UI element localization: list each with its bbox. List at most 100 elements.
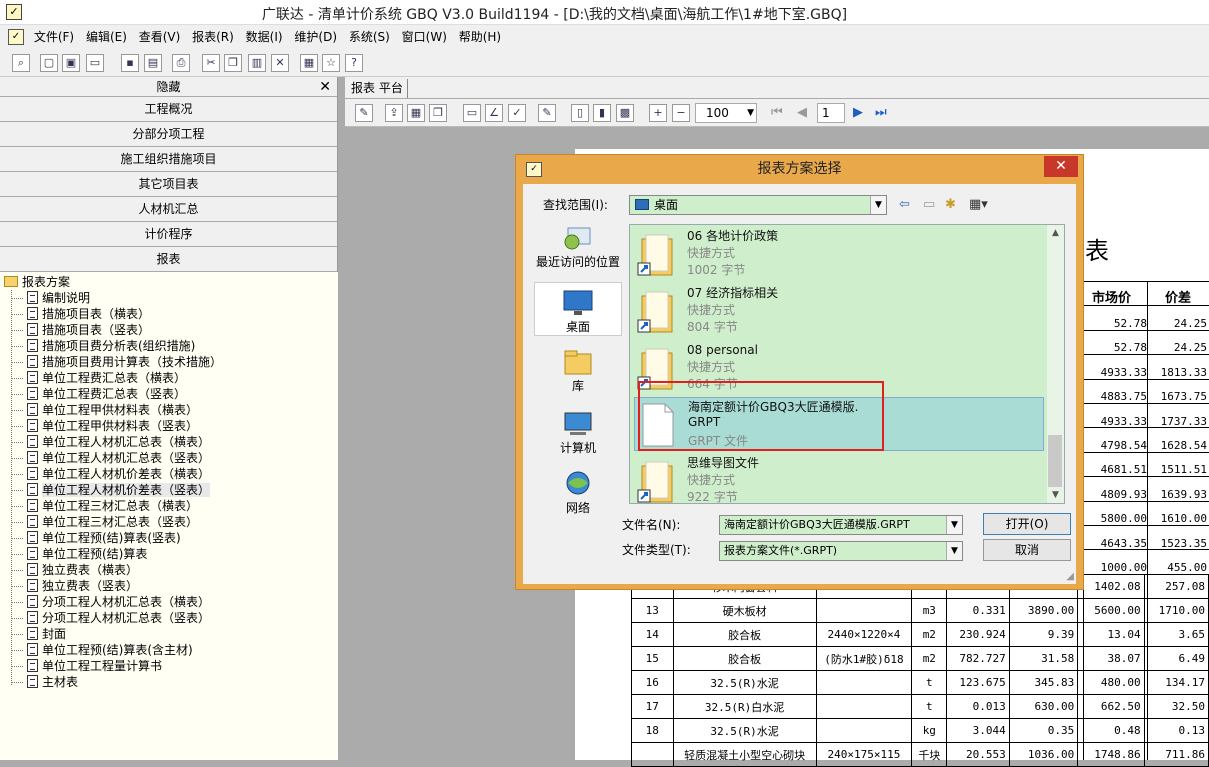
tree-item[interactable]: 单位工程预(结)算表 bbox=[12, 546, 147, 562]
tree-item[interactable]: 措施项目费用计算表（技术措施） bbox=[12, 354, 222, 370]
tree-item[interactable]: 单位工程费汇总表（竖表） bbox=[12, 386, 186, 402]
tree-item[interactable]: 单位工程人材机汇总表（横表） bbox=[12, 434, 210, 450]
nav-construction-measures[interactable]: 施工组织措施项目 bbox=[0, 147, 337, 172]
menu-help[interactable]: 帮助(H) bbox=[455, 25, 505, 49]
place-computer[interactable]: 计算机 bbox=[534, 410, 622, 458]
save-icon[interactable]: ▪ bbox=[121, 54, 139, 72]
last-page-icon[interactable]: ⏭ bbox=[875, 104, 887, 122]
next-page-icon[interactable]: ▶ bbox=[853, 104, 863, 122]
nav-other-items[interactable]: 其它项目表 bbox=[0, 172, 337, 197]
tree-item[interactable]: 措施项目费分析表(组织措施) bbox=[12, 338, 195, 354]
tree-item[interactable]: 分项工程人材机汇总表（横表） bbox=[12, 594, 210, 610]
chart-icon[interactable]: ∠ bbox=[485, 104, 503, 122]
lookin-select[interactable]: 桌面 ▼ bbox=[629, 195, 887, 215]
menu-view[interactable]: 查看(V) bbox=[135, 25, 185, 49]
tree-item[interactable]: 措施项目表（横表） bbox=[12, 306, 150, 322]
nav-sub-items[interactable]: 分部分项工程 bbox=[0, 122, 337, 147]
copy-report-icon[interactable]: ❐ bbox=[429, 104, 447, 122]
zoom-out-icon[interactable]: − bbox=[672, 104, 690, 122]
file-item[interactable]: 07 经济指标相关 快捷方式 804 字节 bbox=[634, 284, 1044, 338]
filetype-select[interactable]: 报表方案文件(*.GRPT) ▼ bbox=[719, 541, 963, 561]
close-icon[interactable]: ✕ bbox=[319, 77, 331, 97]
copy-icon[interactable]: ❐ bbox=[224, 54, 242, 72]
open-button[interactable]: 打开(O) bbox=[983, 513, 1071, 535]
scroll-thumb[interactable] bbox=[1048, 435, 1062, 487]
delete-icon[interactable]: ✕ bbox=[271, 54, 289, 72]
tree-item[interactable]: 单位工程费汇总表（横表） bbox=[12, 370, 186, 386]
menu-file[interactable]: 文件(F) bbox=[30, 25, 78, 49]
view-menu-icon[interactable]: ▦▾ bbox=[969, 196, 988, 214]
open-folder-icon[interactable]: ▭ bbox=[86, 54, 104, 72]
zoom-select[interactable]: 100 ▼ bbox=[695, 103, 757, 123]
tree-item[interactable]: 单位工程预(结)算表(竖表) bbox=[12, 530, 181, 546]
zoom-in-icon[interactable]: + bbox=[649, 104, 667, 122]
resize-grip-icon[interactable]: ◢ bbox=[1066, 571, 1074, 582]
nav-labor-material-summary[interactable]: 人材机汇总 bbox=[0, 197, 337, 222]
menu-report[interactable]: 报表(R) bbox=[188, 25, 238, 49]
menu-system[interactable]: 系统(S) bbox=[345, 25, 394, 49]
preview-icon[interactable]: ⌕ bbox=[12, 54, 30, 72]
file-list-scrollbar[interactable]: ▲ ▼ bbox=[1047, 225, 1064, 503]
new-project-icon[interactable]: ▣ bbox=[62, 54, 80, 72]
cancel-button[interactable]: 取消 bbox=[983, 539, 1071, 561]
calculator-icon[interactable]: ▦ bbox=[300, 54, 318, 72]
tree-item[interactable]: 编制说明 bbox=[12, 290, 90, 306]
tree-root[interactable]: 报表方案 bbox=[4, 274, 70, 290]
scroll-up-icon[interactable]: ▲ bbox=[1047, 225, 1064, 241]
tab-report-platform[interactable]: 报表 平台 bbox=[347, 79, 408, 98]
favorite-icon[interactable]: ☆ bbox=[322, 54, 340, 72]
page-number-input[interactable]: 1 bbox=[817, 103, 845, 123]
new-folder-icon[interactable]: ✱ bbox=[945, 196, 956, 214]
dialog-close-button[interactable]: ✕ bbox=[1044, 156, 1078, 177]
new-file-icon[interactable]: ▢ bbox=[40, 54, 58, 72]
page-setup-icon[interactable]: ▭ bbox=[463, 104, 481, 122]
export-icon[interactable]: ⇪ bbox=[385, 104, 403, 122]
place-library[interactable]: 库 bbox=[534, 348, 622, 396]
filename-input[interactable]: 海南定额计价GBQ3大匠通模版.GRPT ▼ bbox=[719, 515, 963, 535]
paste-icon[interactable]: ▥ bbox=[248, 54, 266, 72]
up-folder-icon[interactable]: ▭ bbox=[923, 196, 935, 214]
file-item[interactable]: 思维导图文件 快捷方式 922 字节 bbox=[634, 454, 1044, 508]
tree-item[interactable]: 独立费表（横表） bbox=[12, 562, 138, 578]
menu-edit[interactable]: 编辑(E) bbox=[82, 25, 131, 49]
first-page-icon[interactable]: ⏮ bbox=[771, 104, 783, 122]
scroll-down-icon[interactable]: ▼ bbox=[1047, 487, 1064, 503]
edit-report-icon[interactable]: ✎ bbox=[355, 104, 373, 122]
nav-pricing-procedure[interactable]: 计价程序 bbox=[0, 222, 337, 247]
help-icon[interactable]: ? bbox=[345, 54, 363, 72]
back-icon[interactable]: ⇦ bbox=[899, 196, 910, 214]
tree-item[interactable]: 单位工程甲供材料表（横表） bbox=[12, 402, 198, 418]
tree-item[interactable]: 分项工程人材机汇总表（竖表） bbox=[12, 610, 210, 626]
multi-page-icon[interactable]: ▩ bbox=[616, 104, 634, 122]
prev-page-icon[interactable]: ◀ bbox=[797, 104, 807, 122]
tree-item[interactable]: 措施项目表（竖表） bbox=[12, 322, 150, 338]
cut-icon[interactable]: ✂ bbox=[202, 54, 220, 72]
export-excel-icon[interactable]: ▦ bbox=[407, 104, 425, 122]
file-item[interactable]: 06 各地计价政策 快捷方式 1002 字节 bbox=[634, 227, 1044, 281]
menu-data[interactable]: 数据(I) bbox=[242, 25, 287, 49]
tree-item[interactable]: 单位工程工程量计算书 bbox=[12, 658, 162, 674]
tree-item[interactable]: 单位工程人材机汇总表（竖表） bbox=[12, 450, 210, 466]
tree-item[interactable]: 单位工程甲供材料表（竖表） bbox=[12, 418, 198, 434]
nav-reports[interactable]: 报表 bbox=[0, 247, 337, 272]
menu-window[interactable]: 窗口(W) bbox=[398, 25, 451, 49]
place-desktop[interactable]: 桌面 bbox=[534, 282, 622, 336]
tree-item[interactable]: 单位工程人材机价差表（横表） bbox=[12, 466, 210, 482]
nav-project-overview[interactable]: 工程概况 bbox=[0, 97, 337, 122]
design-icon[interactable]: ✎ bbox=[538, 104, 556, 122]
document-menu-icon[interactable]: ✓ bbox=[8, 29, 24, 45]
place-recent[interactable]: 最近访问的位置 bbox=[534, 224, 622, 276]
save-as-icon[interactable]: ▤ bbox=[144, 54, 162, 72]
tree-item[interactable]: 单位工程三材汇总表（竖表） bbox=[12, 514, 198, 530]
menu-maintain[interactable]: 维护(D) bbox=[290, 25, 341, 49]
hide-pane-header[interactable]: 隐藏 ✕ bbox=[0, 77, 337, 97]
tree-item[interactable]: 主材表 bbox=[12, 674, 78, 690]
tree-item[interactable]: 封面 bbox=[12, 626, 66, 642]
print-icon[interactable]: ⎙ bbox=[172, 54, 190, 72]
double-page-icon[interactable]: ▮ bbox=[593, 104, 611, 122]
check-edit-icon[interactable]: ✓ bbox=[508, 104, 526, 122]
tree-item[interactable]: 独立费表（竖表） bbox=[12, 578, 138, 594]
single-page-icon[interactable]: ▯ bbox=[571, 104, 589, 122]
tree-item[interactable]: 单位工程预(结)算表(含主材) bbox=[12, 642, 193, 658]
place-network[interactable]: 网络 bbox=[534, 470, 622, 518]
